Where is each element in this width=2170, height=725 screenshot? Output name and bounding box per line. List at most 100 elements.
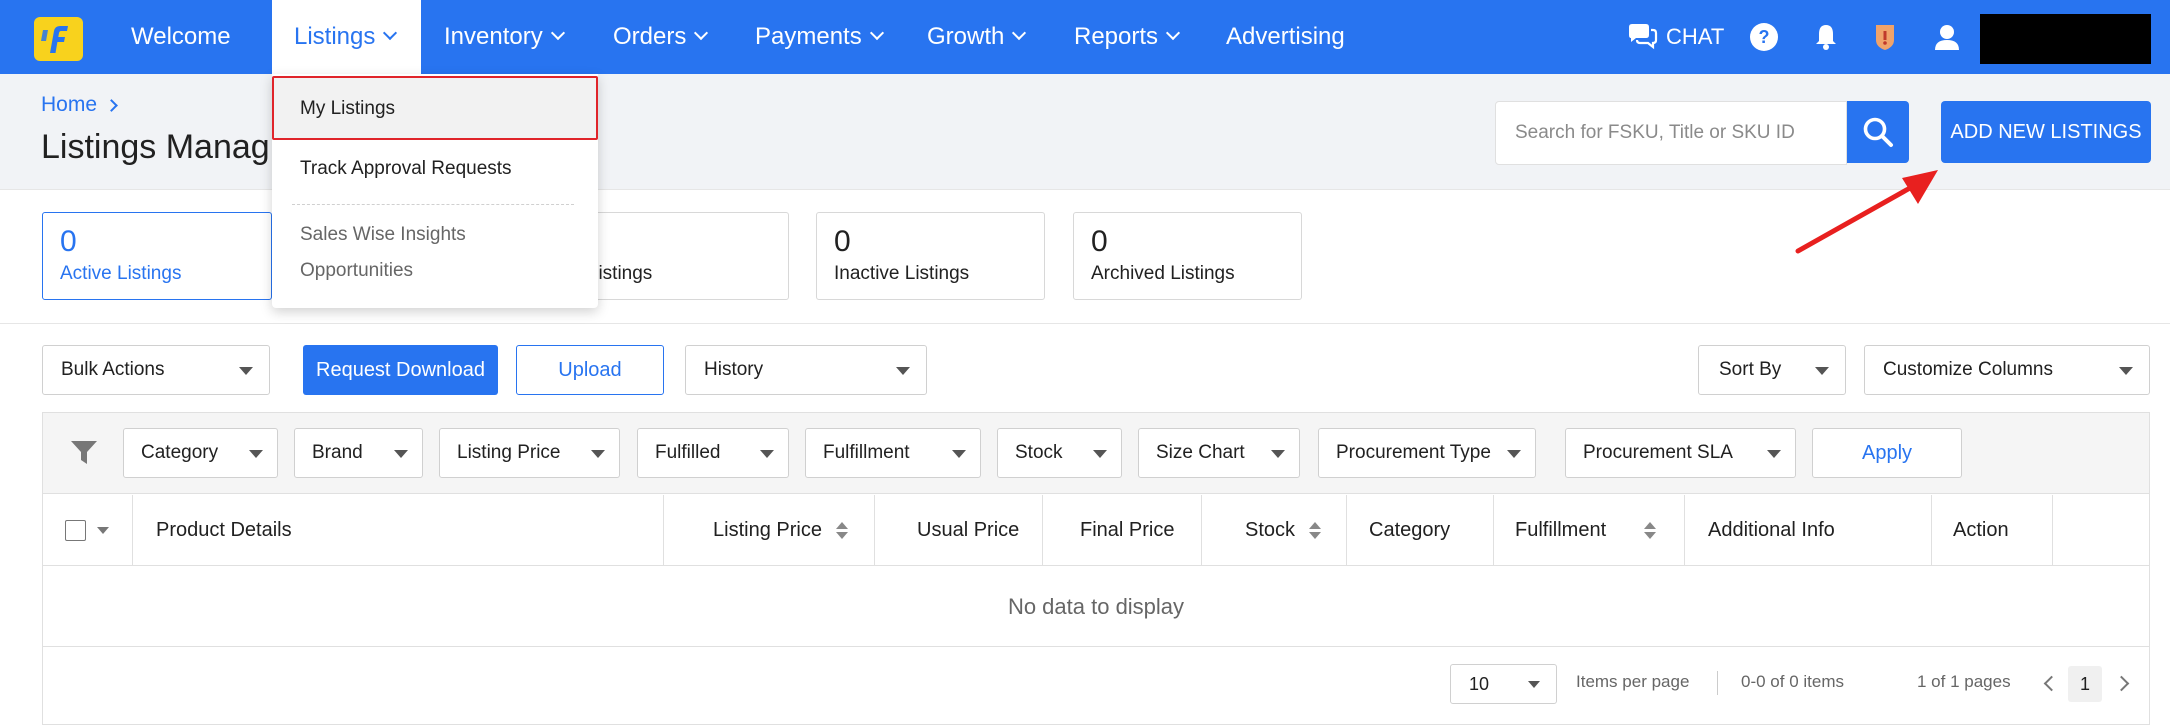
select-all-checkbox[interactable]	[65, 520, 86, 541]
bell-icon[interactable]	[1811, 22, 1841, 52]
add-new-listings-button[interactable]: ADD NEW LISTINGS	[1941, 101, 2151, 163]
chevron-down-icon	[383, 25, 398, 41]
help-icon[interactable]: ?	[1749, 22, 1779, 52]
chevron-down-icon	[869, 25, 884, 41]
request-download-button[interactable]: Request Download	[303, 345, 498, 395]
column-divider	[1684, 495, 1685, 566]
badge-icon[interactable]	[1870, 22, 1900, 52]
page-title: Listings Management	[41, 128, 271, 166]
caret-down-icon	[394, 450, 408, 458]
column-usual-price[interactable]: Usual Price	[917, 495, 1019, 566]
user-icon[interactable]	[1932, 22, 1962, 52]
sort-icon[interactable]	[1309, 521, 1322, 541]
column-stock[interactable]: Stock	[1245, 495, 1322, 566]
chevron-down-icon	[1012, 25, 1027, 41]
filter-size-chart[interactable]: Size Chart	[1138, 428, 1300, 478]
filter-stock[interactable]: Stock	[997, 428, 1122, 478]
chevron-right-icon	[105, 98, 118, 112]
menu-item-my-listings[interactable]: My Listings	[300, 98, 395, 120]
column-category[interactable]: Category	[1369, 495, 1450, 566]
flipkart-logo-icon[interactable]	[34, 17, 83, 61]
caret-down-icon	[239, 367, 253, 375]
column-divider	[1931, 495, 1932, 566]
search-button[interactable]	[1847, 101, 1909, 163]
filter-fulfilled[interactable]: Fulfilled	[637, 428, 789, 478]
filter-brand[interactable]: Brand	[294, 428, 423, 478]
items-range: 0-0 of 0 items	[1741, 672, 1844, 691]
column-divider	[1201, 495, 1202, 566]
caret-down-icon	[952, 450, 966, 458]
caret-down-icon	[896, 367, 910, 375]
filter-procurement-sla[interactable]: Procurement SLA	[1565, 428, 1796, 478]
nav-welcome[interactable]: Welcome	[131, 0, 231, 74]
stat-count: 0	[60, 225, 77, 258]
caret-down-icon	[1093, 450, 1107, 458]
column-additional-info[interactable]: Additional Info	[1708, 495, 1835, 566]
nav-growth[interactable]: Growth	[927, 0, 1027, 74]
menu-item-track-approval-requests[interactable]: Track Approval Requests	[300, 158, 512, 180]
filter-category[interactable]: Category	[123, 428, 278, 478]
stat-label: Inactive Listings	[834, 263, 970, 284]
column-fulfillment[interactable]: Fulfillment	[1515, 495, 1657, 566]
divider	[0, 323, 2170, 324]
nav-reports[interactable]: Reports	[1074, 0, 1181, 74]
chat-icon	[1629, 24, 1658, 50]
filter-fulfillment[interactable]: Fulfillment	[805, 428, 981, 478]
divider	[1717, 671, 1718, 695]
chevron-down-icon	[694, 25, 709, 41]
column-final-price[interactable]: Final Price	[1080, 495, 1174, 566]
sort-by-select[interactable]: Sort By	[1698, 345, 1846, 395]
stat-card-inactive[interactable]: 0 Inactive Listings	[816, 212, 1045, 300]
menu-item-opportunities[interactable]: Opportunities	[300, 260, 413, 282]
caret-down-icon	[1507, 450, 1521, 458]
menu-item-sales-wise-insights[interactable]: Sales Wise Insights	[300, 224, 466, 246]
nav-inventory[interactable]: Inventory	[444, 0, 565, 74]
column-divider	[1346, 495, 1347, 566]
caret-down-icon	[1528, 681, 1540, 688]
stat-card-active[interactable]: 0 Active Listings	[42, 212, 272, 300]
filter-procurement-type[interactable]: Procurement Type	[1318, 428, 1536, 478]
caret-down-icon	[249, 450, 263, 458]
account-name-redacted[interactable]	[1980, 14, 2151, 64]
chevron-down-icon	[550, 25, 565, 41]
column-divider	[1493, 495, 1494, 566]
pages-count: 1 of 1 pages	[1917, 672, 2011, 691]
menu-divider	[292, 204, 574, 205]
svg-text:?: ?	[1759, 27, 1770, 47]
column-divider	[663, 495, 664, 566]
nav-payments[interactable]: Payments	[755, 0, 884, 74]
apply-filters-button[interactable]: Apply	[1812, 428, 1962, 478]
nav-listings[interactable]: Listings	[272, 0, 421, 74]
filter-icon[interactable]	[70, 440, 98, 466]
column-action[interactable]: Action	[1953, 495, 2009, 566]
caret-down-icon[interactable]	[97, 527, 109, 534]
sort-icon[interactable]	[1644, 521, 1657, 541]
filter-listing-price[interactable]: Listing Price	[439, 428, 620, 478]
nav-orders[interactable]: Orders	[613, 0, 709, 74]
nav-advertising[interactable]: Advertising	[1226, 0, 1345, 74]
page-size-select[interactable]: 10	[1450, 664, 1557, 704]
search-input[interactable]	[1496, 102, 1846, 164]
stat-label: Archived Listings	[1091, 263, 1235, 284]
column-product-details[interactable]: Product Details	[156, 495, 292, 566]
caret-down-icon	[1767, 450, 1781, 458]
stat-count: 0	[1091, 225, 1108, 258]
search-box[interactable]	[1495, 101, 1847, 165]
caret-down-icon	[2119, 367, 2133, 375]
empty-state: No data to display	[43, 567, 2149, 647]
customize-columns-select[interactable]: Customize Columns	[1864, 345, 2150, 395]
sort-icon[interactable]	[835, 521, 848, 541]
caret-down-icon	[1815, 367, 1829, 375]
column-divider	[132, 495, 133, 566]
upload-button[interactable]: Upload	[516, 345, 664, 395]
chat-button[interactable]: CHAT	[1626, 22, 1724, 52]
search-icon	[1863, 117, 1893, 147]
stat-count: 0	[834, 225, 851, 258]
current-page[interactable]: 1	[2068, 666, 2102, 702]
bulk-actions-select[interactable]: Bulk Actions	[42, 345, 270, 395]
stat-card-archived[interactable]: 0 Archived Listings	[1073, 212, 1302, 300]
caret-down-icon	[760, 450, 774, 458]
breadcrumb[interactable]: Home	[41, 93, 118, 117]
history-select[interactable]: History	[685, 345, 927, 395]
column-listing-price[interactable]: Listing Price	[713, 495, 848, 566]
